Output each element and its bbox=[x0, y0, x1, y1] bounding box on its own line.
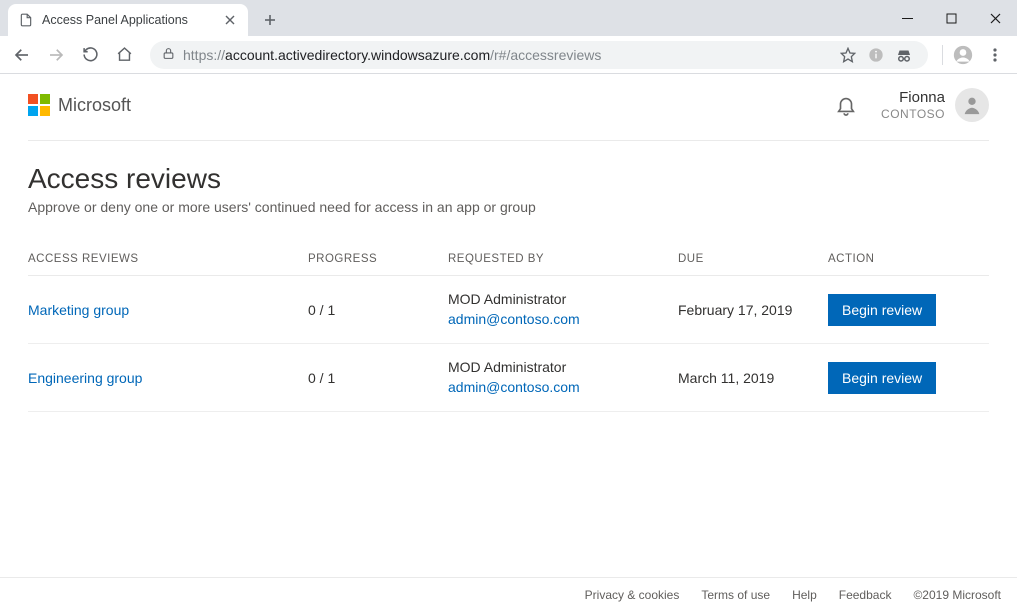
footer-feedback-link[interactable]: Feedback bbox=[839, 588, 892, 602]
review-name-link[interactable]: Engineering group bbox=[28, 370, 142, 386]
page-viewport: Microsoft Fionna CONTOSO Access reviews bbox=[0, 74, 1017, 612]
requested-by-name: MOD Administrator bbox=[448, 358, 678, 378]
requested-by-email-link[interactable]: admin@contoso.com bbox=[448, 378, 678, 398]
footer-privacy-link[interactable]: Privacy & cookies bbox=[585, 588, 680, 602]
menu-icon[interactable] bbox=[979, 47, 1011, 63]
review-progress: 0 / 1 bbox=[308, 302, 448, 318]
back-button[interactable] bbox=[6, 40, 38, 70]
begin-review-button[interactable]: Begin review bbox=[828, 294, 936, 326]
col-requested-by: REQUESTED BY bbox=[448, 253, 678, 265]
extension-incognito-icon[interactable] bbox=[892, 46, 916, 64]
avatar bbox=[955, 88, 989, 122]
col-name: ACCESS REVIEWS bbox=[28, 253, 308, 265]
footer-help-link[interactable]: Help bbox=[792, 588, 817, 602]
window-minimize-button[interactable] bbox=[885, 0, 929, 36]
page-title: Access reviews bbox=[28, 163, 989, 195]
notifications-bell-icon[interactable] bbox=[835, 94, 857, 116]
table-header: ACCESS REVIEWS PROGRESS REQUESTED BY DUE… bbox=[28, 243, 989, 276]
footer-terms-link[interactable]: Terms of use bbox=[701, 588, 770, 602]
star-icon[interactable] bbox=[836, 47, 860, 63]
new-tab-button[interactable] bbox=[256, 6, 284, 34]
window-controls bbox=[885, 0, 1017, 36]
page-icon bbox=[18, 12, 34, 28]
col-progress: PROGRESS bbox=[308, 253, 448, 265]
requested-by-name: MOD Administrator bbox=[448, 290, 678, 310]
table-row: Marketing group 0 / 1 MOD Administrator … bbox=[28, 276, 989, 344]
table-row: Engineering group 0 / 1 MOD Administrato… bbox=[28, 344, 989, 412]
browser-tab-title: Access Panel Applications bbox=[42, 13, 188, 27]
address-bar[interactable]: https://account.activedirectory.windowsa… bbox=[150, 41, 928, 69]
forward-button[interactable] bbox=[40, 40, 72, 70]
page-subtitle: Approve or deny one or more users' conti… bbox=[28, 199, 989, 215]
home-button[interactable] bbox=[108, 40, 140, 70]
window-maximize-button[interactable] bbox=[929, 0, 973, 36]
user-menu[interactable]: Fionna CONTOSO bbox=[881, 88, 989, 122]
close-icon[interactable] bbox=[222, 12, 238, 28]
separator bbox=[942, 45, 943, 65]
review-due: March 11, 2019 bbox=[678, 370, 828, 386]
reviews-table: ACCESS REVIEWS PROGRESS REQUESTED BY DUE… bbox=[28, 243, 989, 412]
review-progress: 0 / 1 bbox=[308, 370, 448, 386]
reload-button[interactable] bbox=[74, 40, 106, 70]
review-due: February 17, 2019 bbox=[678, 302, 828, 318]
app-header: Microsoft Fionna CONTOSO bbox=[28, 88, 989, 141]
col-due: DUE bbox=[678, 253, 828, 265]
begin-review-button[interactable]: Begin review bbox=[828, 362, 936, 394]
browser-toolbar: https://account.activedirectory.windowsa… bbox=[0, 36, 1017, 74]
user-org: CONTOSO bbox=[881, 107, 945, 121]
window-close-button[interactable] bbox=[973, 0, 1017, 36]
requested-by-email-link[interactable]: admin@contoso.com bbox=[448, 310, 678, 330]
profile-icon[interactable] bbox=[947, 45, 979, 65]
user-name: Fionna bbox=[881, 89, 945, 107]
footer-copyright: ©2019 Microsoft bbox=[913, 588, 1001, 602]
brand-name: Microsoft bbox=[58, 95, 131, 116]
address-bar-url: https://account.activedirectory.windowsa… bbox=[183, 47, 828, 63]
review-name-link[interactable]: Marketing group bbox=[28, 302, 129, 318]
page-footer: Privacy & cookies Terms of use Help Feed… bbox=[0, 577, 1017, 612]
col-action: ACTION bbox=[828, 253, 958, 265]
lock-icon bbox=[162, 47, 175, 63]
extension-info-icon[interactable] bbox=[864, 47, 888, 63]
browser-tabstrip: Access Panel Applications bbox=[0, 0, 1017, 36]
brand-logo[interactable]: Microsoft bbox=[28, 94, 131, 116]
browser-tab-active[interactable]: Access Panel Applications bbox=[8, 4, 248, 36]
microsoft-logo-icon bbox=[28, 94, 50, 116]
